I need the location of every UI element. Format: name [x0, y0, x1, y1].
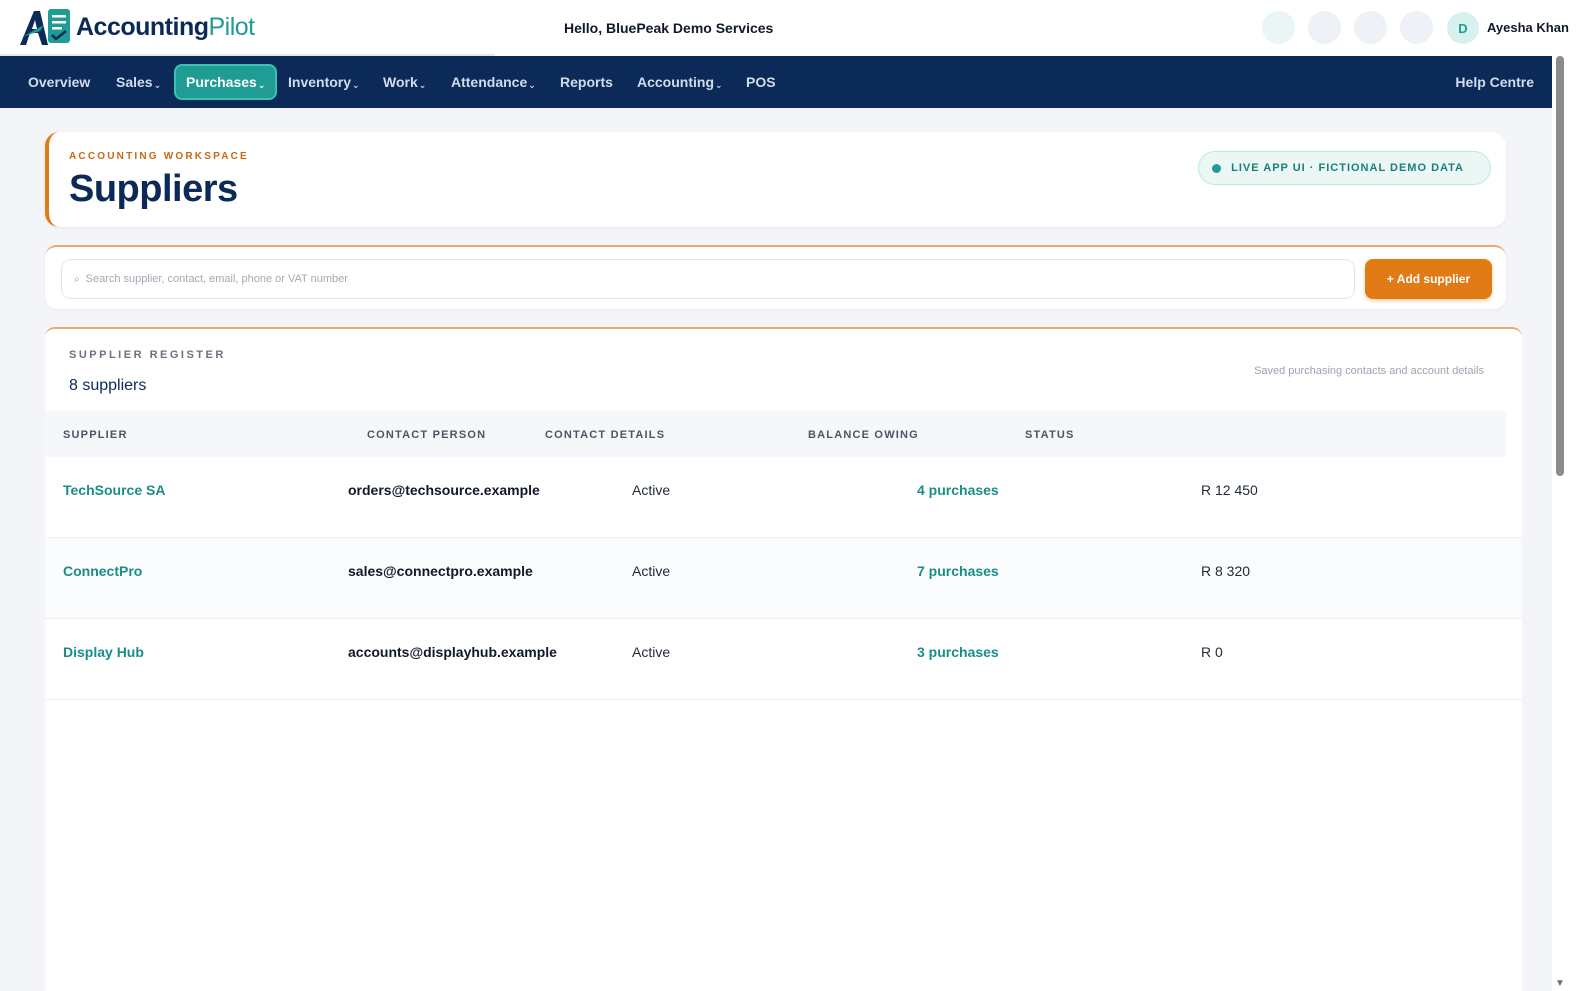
- column-header-supplier[interactable]: SUPPLIER: [63, 429, 128, 441]
- page-header-card: ACCOUNTING WORKSPACE Suppliers LIVE APP …: [45, 132, 1506, 227]
- supplier-status: Active: [632, 482, 671, 498]
- search-toolbar: ⌕ + Add supplier: [45, 245, 1506, 309]
- search-icon: ⌕: [74, 273, 80, 285]
- top-bar: AccountingPilot Hello, BluePeak Demo Ser…: [0, 0, 1585, 56]
- notification-icon[interactable]: [1262, 11, 1295, 44]
- nav-sales[interactable]: Sales ⌄: [106, 64, 171, 100]
- search-field[interactable]: ⌕: [61, 259, 1355, 299]
- brand-name: AccountingPilot: [76, 12, 256, 41]
- scroll-down-icon[interactable]: ▼: [1555, 978, 1565, 989]
- supplier-name-link[interactable]: Display Hub: [63, 644, 144, 660]
- supplier-status: Active: [632, 563, 671, 579]
- supplier-email: orders@techsource.example: [348, 482, 540, 498]
- apps-icon[interactable]: [1400, 11, 1433, 44]
- supplier-status: Active: [632, 644, 671, 660]
- supplier-name-link[interactable]: TechSource SA: [63, 482, 165, 498]
- register-note: Saved purchasing contacts and account de…: [1254, 365, 1484, 377]
- app-logo[interactable]: AccountingPilot: [18, 6, 255, 48]
- supplier-email: sales@connectpro.example: [348, 563, 533, 579]
- logo-icon: [20, 9, 70, 45]
- add-supplier-button[interactable]: + Add supplier: [1365, 259, 1492, 299]
- chevron-down-icon: ⌄: [528, 79, 536, 90]
- nav-overview[interactable]: Overview: [18, 64, 100, 100]
- supplier-balance: R 12 450: [1201, 482, 1258, 498]
- live-dot-icon: [1212, 164, 1222, 173]
- top-actions: [1262, 11, 1433, 44]
- scrollbar-thumb[interactable]: [1556, 56, 1564, 476]
- table-header: SUPPLIER CONTACT PERSON CONTACT DETAILS …: [45, 411, 1506, 457]
- nav-attendance[interactable]: Attendance ⌄: [441, 64, 546, 100]
- supplier-email: accounts@displayhub.example: [348, 644, 557, 660]
- column-header-contact-person[interactable]: CONTACT PERSON: [367, 429, 486, 441]
- avatar[interactable]: D: [1447, 12, 1479, 44]
- supplier-purchases-link[interactable]: 7 purchases: [917, 563, 999, 579]
- nav-inventory[interactable]: Inventory ⌄: [278, 64, 370, 100]
- register-eyebrow: SUPPLIER REGISTER: [69, 349, 226, 361]
- messages-icon[interactable]: [1308, 11, 1341, 44]
- search-input[interactable]: [85, 273, 1286, 285]
- supplier-purchases-link[interactable]: 4 purchases: [917, 482, 999, 498]
- help-centre-link[interactable]: Help Centre: [1455, 64, 1534, 100]
- column-header-status[interactable]: STATUS: [1025, 429, 1075, 441]
- chevron-down-icon: ⌄: [715, 79, 723, 90]
- table-row[interactable]: TechSource SA orders@techsource.example …: [45, 457, 1522, 538]
- supplier-purchases-link[interactable]: 3 purchases: [917, 644, 999, 660]
- workspace-eyebrow: ACCOUNTING WORKSPACE: [69, 151, 249, 162]
- brand-suffix: Pilot: [208, 12, 256, 41]
- supplier-register: SUPPLIER REGISTER 8 suppliers Saved purc…: [45, 327, 1522, 991]
- table-row[interactable]: ConnectPro sales@connectpro.example Acti…: [45, 538, 1522, 619]
- chevron-down-icon: ⌄: [153, 79, 162, 90]
- supplier-name-link[interactable]: ConnectPro: [63, 563, 142, 579]
- nav-accounting[interactable]: Accounting ⌄: [627, 64, 733, 100]
- supplier-balance: R 8 320: [1201, 563, 1251, 579]
- register-header: SUPPLIER REGISTER 8 suppliers Saved purc…: [45, 329, 1506, 411]
- page-scrollbar[interactable]: ▼: [1552, 56, 1568, 991]
- main-nav: Overview Sales ⌄ Purchases ⌄ Inventory ⌄ Wo…: [0, 56, 1552, 108]
- column-header-balance-owing[interactable]: BALANCE OWING: [808, 429, 919, 441]
- table-row[interactable]: Display Hub accounts@displayhub.example …: [45, 619, 1522, 700]
- nav-purchases[interactable]: Purchases ⌄: [174, 64, 278, 100]
- supplier-balance: R 0: [1201, 644, 1223, 660]
- nav-work[interactable]: Work ⌄: [373, 64, 436, 100]
- chevron-down-icon: ⌄: [352, 79, 360, 90]
- settings-icon[interactable]: [1354, 11, 1387, 44]
- supplier-count: 8 suppliers: [69, 377, 147, 394]
- nav-reports[interactable]: Reports: [550, 64, 623, 100]
- nav-pos[interactable]: POS: [736, 64, 786, 100]
- chevron-down-icon: ⌄: [418, 79, 427, 90]
- column-header-contact-details[interactable]: CONTACT DETAILS: [545, 429, 665, 441]
- chevron-down-icon: ⌄: [257, 79, 266, 90]
- status-badge: LIVE APP UI · FICTIONAL DEMO DATA: [1198, 151, 1491, 185]
- greeting-text: Hello, BluePeak Demo Services: [564, 20, 774, 36]
- page-edge: [1568, 56, 1585, 991]
- user-name[interactable]: Ayesha Khan: [1487, 20, 1569, 35]
- page-title: Suppliers: [69, 168, 238, 210]
